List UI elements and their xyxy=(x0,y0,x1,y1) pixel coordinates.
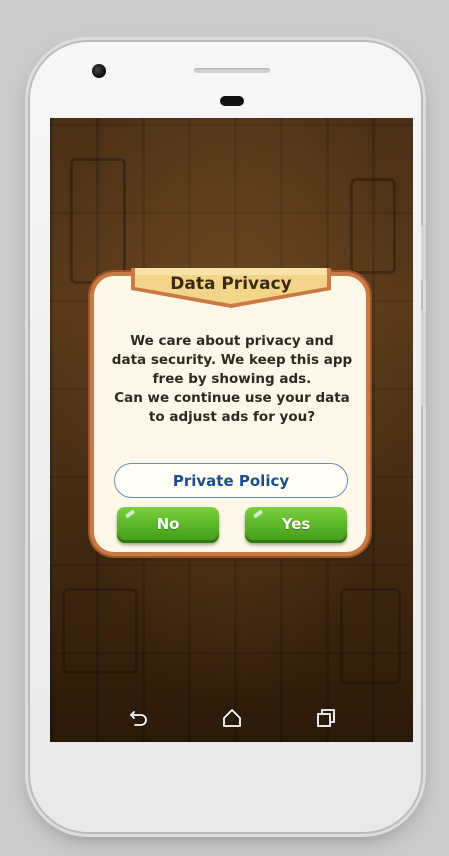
proximity-sensor xyxy=(220,96,244,106)
android-nav-bar xyxy=(50,698,413,738)
no-button[interactable]: No xyxy=(117,507,219,543)
home-icon[interactable] xyxy=(221,708,243,728)
app-screen: Data Privacy We care about privacy and d… xyxy=(50,118,413,742)
background-carving xyxy=(62,588,138,674)
volume-button xyxy=(421,225,426,281)
front-camera-icon xyxy=(92,64,106,78)
earpiece-speaker xyxy=(194,68,270,73)
dialog-title: Data Privacy xyxy=(170,274,292,294)
background-carving xyxy=(340,588,401,684)
back-icon[interactable] xyxy=(128,708,150,728)
yes-button-label: Yes xyxy=(281,515,311,533)
dialog-message: We care about privacy and data security.… xyxy=(111,333,353,425)
private-policy-button[interactable]: Private Policy xyxy=(114,463,348,498)
button-shine xyxy=(124,509,136,519)
recents-icon[interactable] xyxy=(315,708,337,728)
button-shine xyxy=(252,509,264,519)
yes-button[interactable]: Yes xyxy=(245,507,347,543)
background-carving xyxy=(350,178,396,274)
dialog-title-ribbon: Data Privacy xyxy=(125,268,337,310)
no-button-label: No xyxy=(156,515,180,533)
power-button xyxy=(421,310,426,406)
background-carving xyxy=(70,158,126,284)
